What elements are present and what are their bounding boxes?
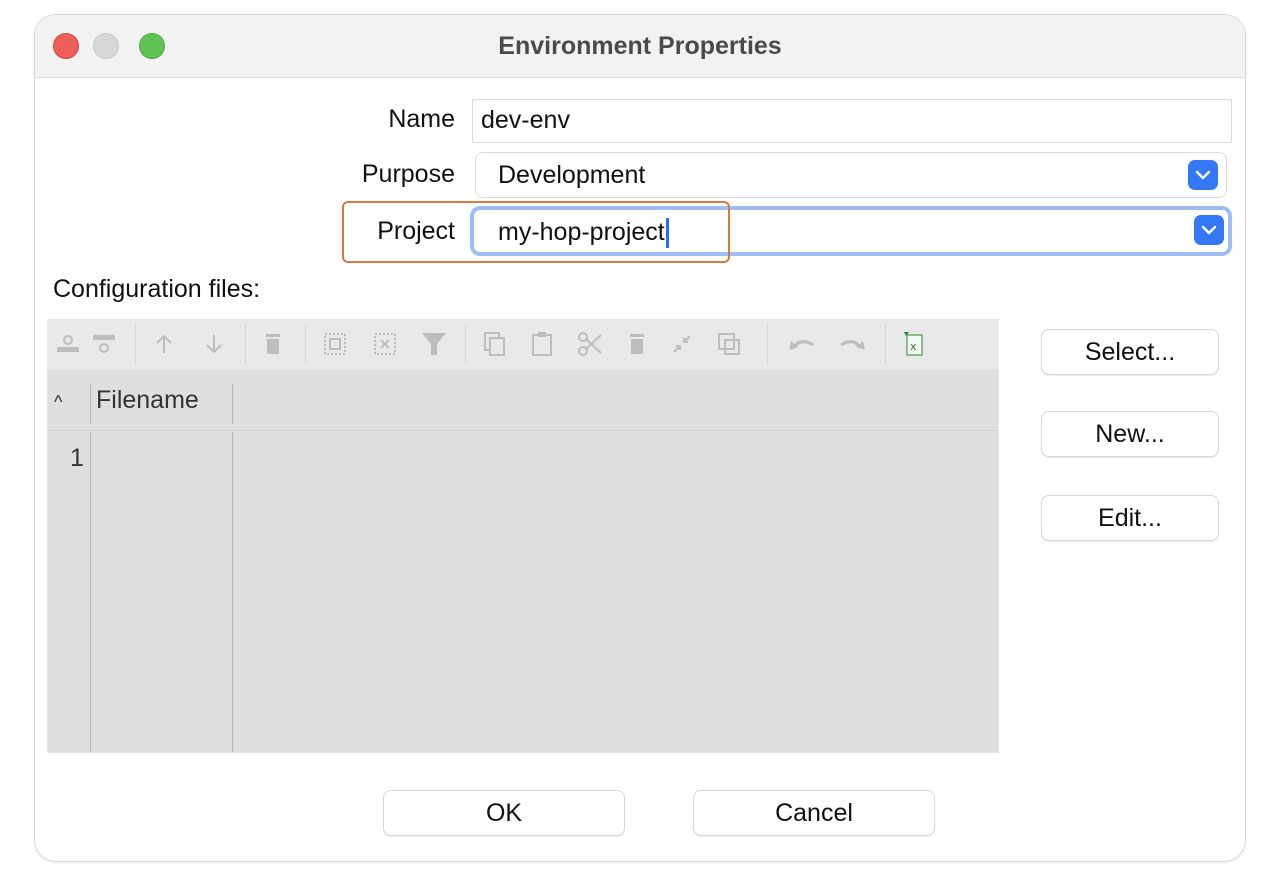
filename-column-header[interactable]: Filename [96, 386, 199, 415]
name-label: Name [388, 105, 455, 133]
export-excel-icon[interactable]: x [903, 331, 925, 357]
chevron-down-icon[interactable] [1194, 215, 1224, 245]
delete-selected-icon[interactable] [627, 331, 647, 357]
edit-button[interactable]: Edit... [1041, 495, 1219, 541]
filename-cell[interactable] [91, 431, 232, 471]
move-down-icon[interactable] [203, 331, 225, 357]
cut-icon[interactable] [577, 331, 603, 357]
configuration-files-label: Configuration files: [53, 275, 261, 303]
purpose-select-value: Development [498, 161, 646, 189]
column-divider [232, 384, 233, 424]
insert-row-before-icon[interactable] [55, 331, 81, 357]
filename-column-divider [232, 432, 233, 752]
configuration-files-table[interactable]: ^ Filename 1 [47, 369, 999, 753]
toolbar-separator [767, 325, 768, 363]
toolbar-separator [245, 325, 246, 363]
project-highlight-box [342, 201, 730, 263]
select-button[interactable]: Select... [1041, 329, 1219, 375]
toolbar-separator [305, 325, 306, 363]
paste-icon[interactable] [531, 331, 553, 357]
toolbar-separator [135, 325, 136, 363]
chevron-down-icon[interactable] [1188, 160, 1218, 190]
sort-ascending-icon[interactable]: ^ [54, 392, 62, 413]
insert-row-after-icon[interactable] [91, 331, 117, 357]
row-number-divider [90, 432, 91, 752]
column-divider [90, 384, 91, 424]
table-toolbar: x [47, 319, 999, 369]
select-all-icon[interactable] [323, 331, 347, 357]
purpose-select[interactable]: Development [475, 152, 1227, 198]
name-field[interactable]: dev-env [472, 99, 1232, 143]
undo-icon[interactable] [787, 331, 817, 357]
cancel-button[interactable]: Cancel [693, 790, 935, 836]
toolbar-separator [885, 325, 886, 363]
svg-text:x: x [910, 340, 917, 353]
new-button[interactable]: New... [1041, 411, 1219, 457]
table-header: ^ Filename [48, 370, 998, 431]
clear-selection-icon[interactable] [373, 331, 397, 357]
purpose-label: Purpose [361, 160, 455, 188]
window-title: Environment Properties [498, 32, 782, 60]
environment-properties-dialog: Environment Properties Name dev-env Purp… [34, 14, 1246, 862]
optimal-column-width-icon[interactable] [671, 331, 693, 357]
title-bar: Environment Properties [35, 15, 1245, 78]
filter-icon[interactable] [421, 331, 447, 357]
delete-icon[interactable] [263, 331, 283, 357]
ok-button[interactable]: OK [383, 790, 625, 836]
copy-icon[interactable] [483, 331, 507, 357]
toolbar-separator [465, 325, 466, 363]
duplicate-icon[interactable] [717, 331, 741, 357]
redo-icon[interactable] [837, 331, 867, 357]
move-up-icon[interactable] [153, 331, 175, 357]
row-number: 1 [70, 444, 84, 472]
